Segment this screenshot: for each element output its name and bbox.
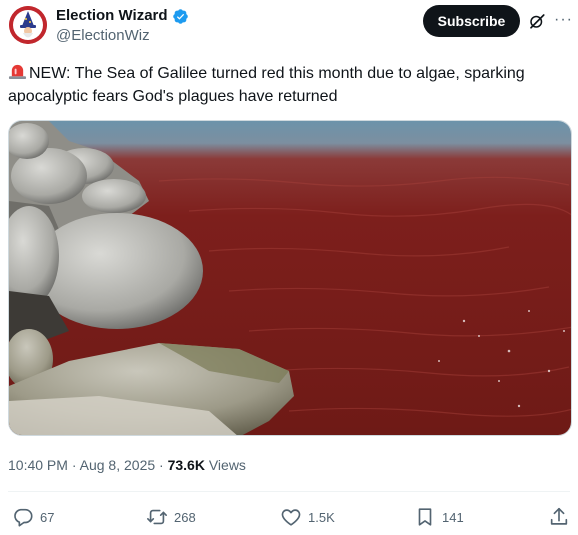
tweet-date[interactable]: Aug 8, 2025 xyxy=(80,457,156,473)
bookmark-count: 141 xyxy=(442,509,464,525)
repost-icon xyxy=(147,509,167,525)
author-display-name[interactable]: Election Wizard xyxy=(56,6,168,26)
bookmark-button[interactable]: 141 xyxy=(414,505,464,529)
heart-icon xyxy=(281,509,301,526)
views-count: 73.6K xyxy=(167,457,205,473)
reply-icon xyxy=(14,508,33,527)
author-handle[interactable]: @ElectionWiz xyxy=(56,27,150,44)
reply-count: 67 xyxy=(40,509,55,525)
repost-count: 268 xyxy=(174,509,196,525)
repost-button[interactable]: 268 xyxy=(146,505,196,529)
views-label: Views xyxy=(208,457,246,473)
tweet-body: NEW: The Sea of Galilee turned red this … xyxy=(8,65,525,105)
avatar[interactable] xyxy=(9,6,47,44)
tweet-text: NEW: The Sea of Galilee turned red this … xyxy=(8,62,568,108)
tweet-meta: 10:40 PM · Aug 8, 2025 · 73.6K Views xyxy=(8,456,246,474)
more-icon[interactable]: ··· xyxy=(554,12,573,28)
divider xyxy=(8,491,570,492)
red-sea-photo xyxy=(9,121,571,435)
wizard-avatar-icon xyxy=(9,6,47,44)
share-icon xyxy=(550,507,568,525)
like-count: 1.5K xyxy=(308,509,335,525)
tweet-time[interactable]: 10:40 PM xyxy=(8,457,68,473)
reply-button[interactable]: 67 xyxy=(12,505,54,529)
meta-separator: · xyxy=(71,457,77,473)
meta-separator: · xyxy=(159,457,164,473)
verified-badge-icon xyxy=(172,8,188,24)
like-button[interactable]: 1.5K xyxy=(280,505,335,529)
siren-emoji-icon xyxy=(9,64,26,80)
subscribe-button[interactable]: Subscribe xyxy=(423,5,520,37)
grok-icon[interactable] xyxy=(528,12,546,30)
tweet-media-image[interactable] xyxy=(8,120,572,436)
bookmark-icon xyxy=(418,508,432,526)
share-button[interactable] xyxy=(548,505,576,529)
